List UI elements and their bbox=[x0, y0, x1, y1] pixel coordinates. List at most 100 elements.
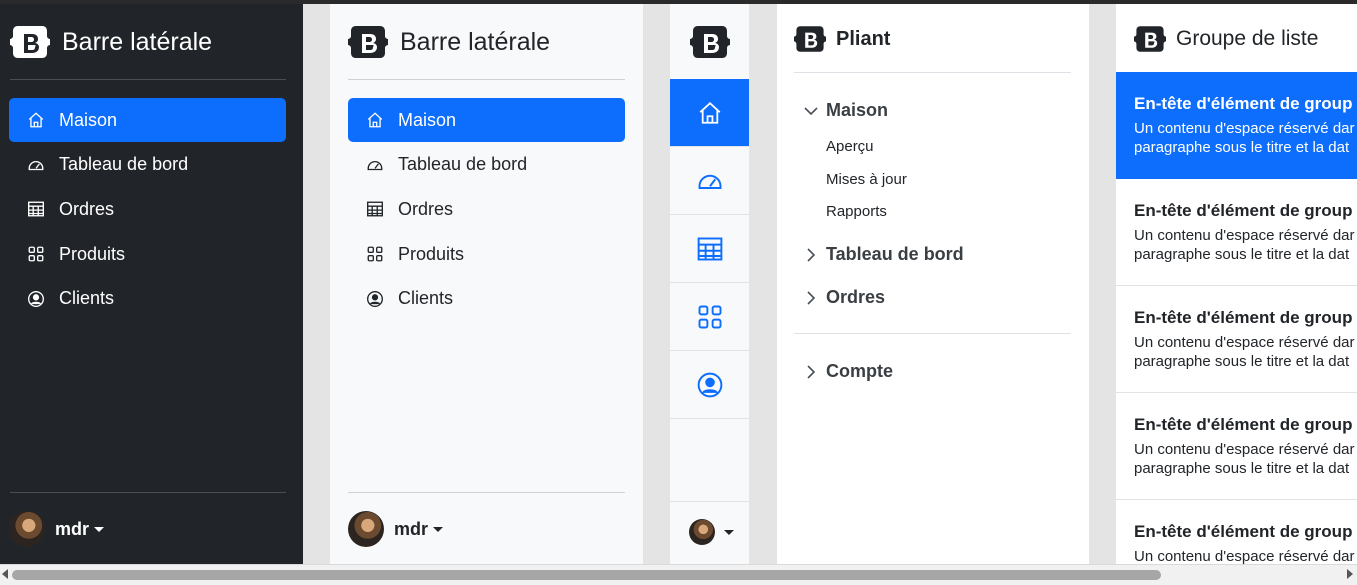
nav-item-tableau-de-bord[interactable]: Tableau de bord bbox=[9, 143, 286, 187]
brand-title: Groupe de liste bbox=[1176, 27, 1319, 50]
chevron-right-icon bbox=[807, 364, 816, 379]
nav-label: Ordres bbox=[398, 198, 454, 219]
speedometer-icon bbox=[366, 156, 384, 174]
user-dropdown[interactable]: mdr bbox=[348, 511, 444, 547]
nav-item-produits[interactable]: Produits bbox=[9, 232, 286, 276]
user-name: mdr bbox=[55, 518, 90, 539]
grid-icon bbox=[366, 245, 384, 263]
collapse-toggle-tableau-de-bord[interactable]: Tableau de bord bbox=[803, 244, 964, 265]
nav-item-clients[interactable]: Clients bbox=[9, 277, 286, 321]
brand-title: Barre latérale bbox=[400, 27, 551, 56]
speedometer-icon bbox=[27, 156, 45, 174]
scroll-right-arrow-icon[interactable] bbox=[1347, 569, 1353, 579]
user-dropdown[interactable]: mdr bbox=[9, 511, 105, 547]
panel-gap bbox=[1089, 4, 1116, 564]
nav-item-tableau-de-bord[interactable]: Tableau de bord bbox=[348, 143, 625, 187]
icon-nav-home[interactable] bbox=[670, 79, 749, 147]
grid-icon bbox=[27, 245, 45, 263]
nav-label: Tableau de bord bbox=[398, 154, 528, 175]
collapsible-sidebar: Pliant Maison Aperçu Mises à jour Rappor… bbox=[777, 4, 1089, 564]
table-icon bbox=[27, 200, 45, 218]
avatar bbox=[348, 511, 384, 547]
table-icon bbox=[366, 200, 384, 218]
caret-down-icon bbox=[94, 526, 105, 532]
brand-link[interactable] bbox=[670, 4, 749, 79]
nav-item-maison[interactable]: Maison bbox=[9, 98, 286, 142]
divider bbox=[10, 79, 286, 80]
list-item-text: paragraphe sous le titre et la dat bbox=[1134, 139, 1350, 156]
nav-label: Produits bbox=[59, 243, 126, 264]
icon-nav-customers[interactable] bbox=[670, 351, 749, 419]
scrollbar-thumb[interactable] bbox=[12, 570, 1161, 580]
list-item-text: Un contenu d'espace réservé dar bbox=[1134, 441, 1355, 458]
nav-label: Tableau de bord bbox=[59, 154, 189, 175]
section-label: Ordres bbox=[826, 287, 886, 307]
sub-link-rapports[interactable]: Rapports bbox=[826, 203, 887, 220]
person-circle-icon bbox=[366, 290, 384, 308]
sub-link-mises-a-jour[interactable]: Mises à jour bbox=[826, 171, 907, 188]
divider bbox=[348, 79, 625, 80]
user-dropdown[interactable] bbox=[689, 519, 734, 545]
grid-icon bbox=[698, 305, 722, 328]
icon-nav-products[interactable] bbox=[670, 283, 749, 351]
list-item-text: Un contenu d'espace réservé dar bbox=[1134, 548, 1355, 564]
brand-title: Pliant bbox=[836, 27, 891, 50]
icon-nav-dashboard[interactable] bbox=[670, 147, 749, 215]
list-item-text: paragraphe sous le titre et la dat bbox=[1134, 246, 1350, 263]
list-item[interactable]: En-tête d'élément de group Un contenu d'… bbox=[1116, 72, 1357, 179]
scroll-left-arrow-icon[interactable] bbox=[2, 569, 8, 579]
chevron-right-icon bbox=[807, 247, 816, 262]
list-item[interactable]: En-tête d'élément de group Un contenu d'… bbox=[1116, 500, 1357, 564]
sidebar-light: Barre latérale Maison Tableau de bord Or… bbox=[330, 4, 643, 564]
section-label: Compte bbox=[826, 361, 893, 381]
caret-down-icon bbox=[433, 526, 444, 532]
nav-label: Maison bbox=[398, 109, 457, 130]
nav-item-maison[interactable]: Maison bbox=[348, 98, 625, 142]
section-label: Tableau de bord bbox=[826, 244, 964, 264]
sidebar-dark: Barre latérale Maison Tableau de bord Or… bbox=[0, 4, 303, 564]
sidebar-icons bbox=[670, 4, 750, 564]
avatar bbox=[689, 519, 715, 545]
bootstrap-logo-icon bbox=[794, 26, 826, 52]
collapse-toggle-compte[interactable]: Compte bbox=[803, 361, 893, 382]
brand-link[interactable]: Barre latérale bbox=[348, 26, 550, 58]
panel-gap bbox=[303, 4, 330, 564]
divider bbox=[794, 72, 1071, 73]
nav-item-ordres[interactable]: Ordres bbox=[348, 187, 625, 231]
list-item-text: Un contenu d'espace réservé dar bbox=[1134, 334, 1355, 351]
home-icon bbox=[27, 111, 45, 129]
list-group-sidebar: Groupe de liste En-tête d'élément de gro… bbox=[1116, 4, 1357, 564]
list-item-title: En-tête d'élément de group bbox=[1134, 522, 1353, 541]
divider bbox=[794, 333, 1071, 334]
list-item[interactable]: En-tête d'élément de group Un contenu d'… bbox=[1116, 179, 1357, 286]
panel-gap bbox=[750, 4, 777, 564]
nav-item-ordres[interactable]: Ordres bbox=[9, 187, 286, 231]
nav-label: Clients bbox=[398, 288, 454, 309]
list-item[interactable]: En-tête d'élément de group Un contenu d'… bbox=[1116, 286, 1357, 393]
nav-list: Maison Tableau de bord Ordres Produits C… bbox=[9, 98, 286, 321]
home-icon bbox=[366, 111, 384, 129]
list-item-text: Un contenu d'espace réservé dar bbox=[1134, 120, 1355, 137]
nav-list: Maison Tableau de bord Ordres Produits C… bbox=[348, 98, 625, 321]
icon-nav-orders[interactable] bbox=[670, 215, 749, 283]
bootstrap-logo-icon bbox=[1134, 26, 1166, 52]
brand-link[interactable]: Pliant bbox=[794, 26, 890, 52]
nav-label: Clients bbox=[59, 288, 115, 309]
nav-label: Maison bbox=[59, 109, 118, 130]
avatar bbox=[9, 511, 45, 547]
nav-item-produits[interactable]: Produits bbox=[348, 232, 625, 276]
divider bbox=[670, 501, 749, 502]
collapse-toggle-maison[interactable]: Maison bbox=[803, 100, 888, 121]
collapse-toggle-ordres[interactable]: Ordres bbox=[803, 287, 885, 308]
brand-title: Barre latérale bbox=[62, 27, 213, 56]
brand-link[interactable]: Barre latérale bbox=[10, 26, 212, 58]
bootstrap-logo-icon bbox=[348, 26, 388, 58]
list-item-text: paragraphe sous le titre et la dat bbox=[1134, 353, 1350, 370]
list-item[interactable]: En-tête d'élément de group Un contenu d'… bbox=[1116, 393, 1357, 500]
nav-item-clients[interactable]: Clients bbox=[348, 277, 625, 321]
user-name: mdr bbox=[394, 518, 429, 539]
bootstrap-logo-icon bbox=[690, 25, 730, 58]
sub-link-apercu[interactable]: Aperçu bbox=[826, 138, 874, 155]
horizontal-scrollbar[interactable] bbox=[0, 564, 1357, 585]
brand-link[interactable]: Groupe de liste bbox=[1134, 26, 1318, 52]
